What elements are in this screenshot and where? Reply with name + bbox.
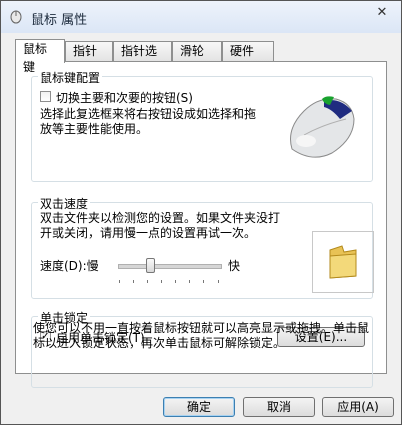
slider-tick	[218, 280, 219, 283]
tab-wheel[interactable]: 滑轮	[172, 41, 222, 61]
click-lock-description: 使您可以不用一直按着鼠标按钮就可以高亮显示或拖拽。单击鼠标以进入锁定状态，再次单…	[33, 321, 370, 350]
cancel-button[interactable]: 取消	[243, 397, 315, 417]
double-click-description: 双击文件夹以检测您的设置。如果文件夹没打开或关闭，请用慢一点的设置再试一次。	[40, 211, 281, 240]
tab-pointers[interactable]: 指针	[65, 41, 113, 61]
window-title: 鼠标 属性	[31, 13, 88, 28]
close-icon[interactable]: ✕	[371, 4, 393, 22]
slider-tick	[203, 280, 204, 283]
speed-slider-track[interactable]	[118, 264, 222, 269]
double-click-group: 双击速度 双击文件夹以检测您的设置。如果文件夹没打开或关闭，请用慢一点的设置再试…	[31, 195, 374, 299]
slider-tick	[119, 280, 120, 283]
speed-slider-thumb[interactable]	[146, 258, 155, 273]
folder-icon[interactable]	[326, 244, 360, 280]
apply-button[interactable]: 应用(A)	[322, 397, 394, 417]
switch-buttons-checkbox[interactable]	[40, 91, 51, 102]
mouse-image	[290, 96, 355, 158]
slider-tick	[189, 280, 190, 283]
slider-tick	[133, 280, 134, 283]
speed-slow-label: 速度(D):慢	[40, 259, 99, 273]
button-config-title: 鼠标键配置	[38, 69, 103, 86]
slider-tick	[147, 280, 148, 283]
test-folder-area[interactable]	[312, 231, 374, 293]
slider-tick	[175, 280, 176, 283]
double-click-title: 双击速度	[38, 195, 91, 212]
ok-button[interactable]: 确定	[163, 397, 235, 417]
switch-buttons-label[interactable]: 切换主要和次要的按钮(S)	[56, 89, 193, 106]
button-config-description: 选择此复选框来将右按钮设成如选择和拖放等主要性能使用。	[40, 107, 257, 136]
slider-tick	[161, 280, 162, 283]
speed-fast-label: 快	[228, 259, 241, 273]
mouse-properties-window: 鼠标 属性 ✕ 鼠标键 指针 指针选项 滑轮 硬件 鼠标键配置 切换主要和次要的…	[0, 0, 402, 425]
button-config-group: 鼠标键配置 切换主要和次要的按钮(S) 选择此复选框来将右按钮设成如选择和拖放等…	[31, 69, 373, 182]
dialog-body: 鼠标键 指针 指针选项 滑轮 硬件 鼠标键配置 切换主要和次要的按钮(S) 选择…	[7, 33, 395, 420]
tab-buttons[interactable]: 鼠标键	[15, 39, 65, 74]
mouse-icon	[10, 10, 22, 24]
tab-hardware[interactable]: 硬件	[222, 41, 274, 61]
tab-pointer-options[interactable]: 指针选项	[113, 41, 172, 76]
title-bar[interactable]: 鼠标 属性 ✕	[1, 1, 401, 33]
